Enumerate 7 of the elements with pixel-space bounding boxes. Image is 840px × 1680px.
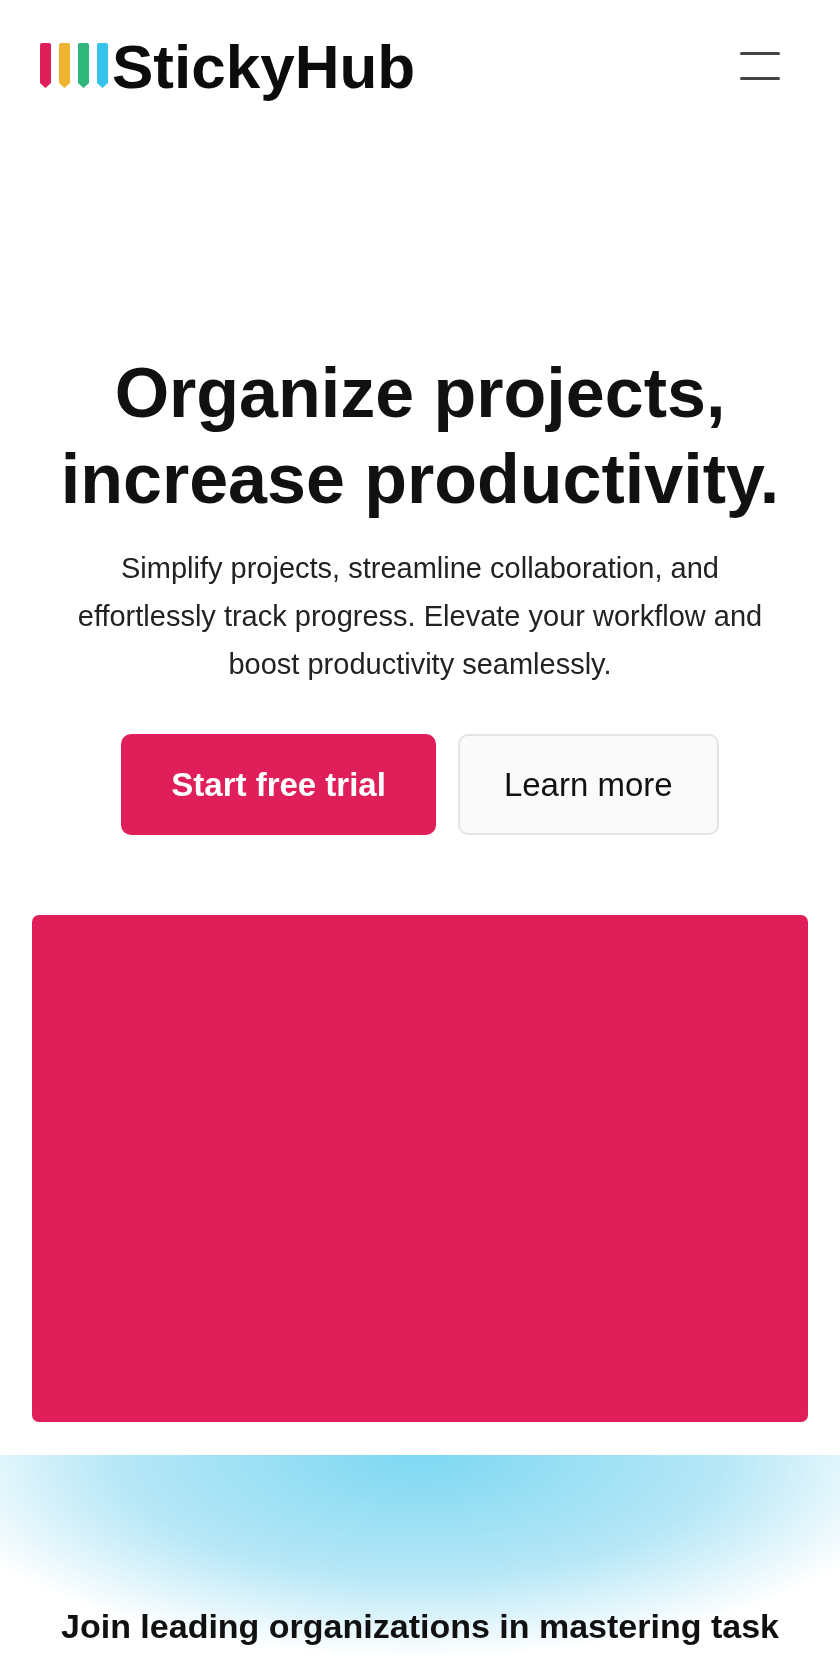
logo-text: StickyHub (112, 30, 416, 102)
logo-icon (40, 43, 108, 89)
start-trial-button[interactable]: Start free trial (121, 734, 436, 835)
partners-heading: Join leading organizations in mastering task (60, 1606, 780, 1647)
hero-subtitle: Simplify projects, streamline collaboration, and effortlessly track progress. Elevate your workflow and boost productivity seamlessly. (76, 551, 764, 682)
hero-title: Organize projects, increase productivity. (60, 353, 780, 520)
learn-more-button[interactable]: Learn more (457, 734, 719, 835)
